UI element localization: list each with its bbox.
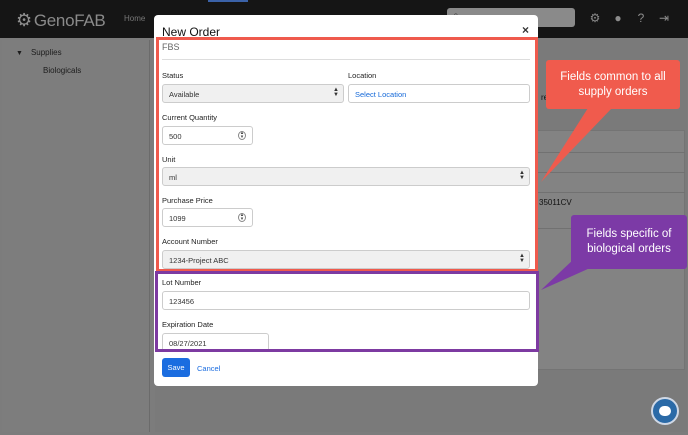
chat-button[interactable] [651, 397, 679, 425]
chat-bubble-icon [659, 406, 671, 416]
specific-fields-callout: Fields specific of biological orders [571, 215, 687, 269]
red-callout-pointer [541, 108, 612, 182]
common-fields-callout: Fields common to all supply orders [546, 60, 680, 109]
